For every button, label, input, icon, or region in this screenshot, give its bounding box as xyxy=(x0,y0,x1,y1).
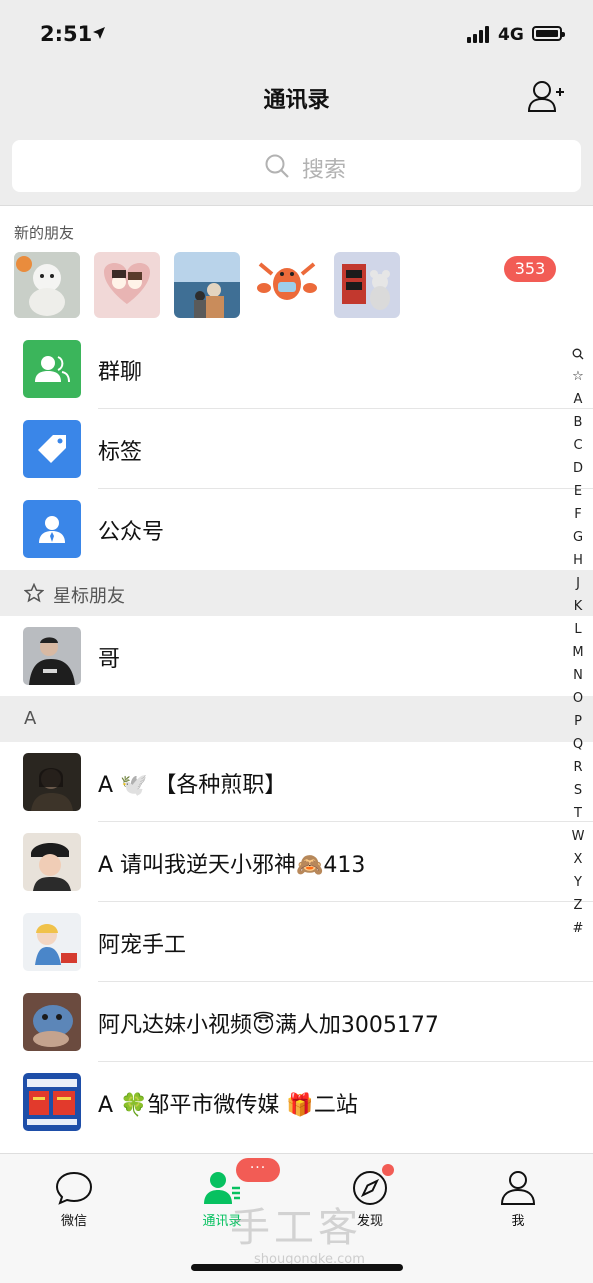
tags-label: 标签 xyxy=(98,440,143,465)
contact-row[interactable]: A 请叫我逆天小邪神🙈413 xyxy=(0,822,593,902)
contact-name: A 🍀邹平市微传媒 🎁二站 xyxy=(98,1093,358,1118)
index-letter[interactable]: ☆ xyxy=(566,365,590,388)
index-letter[interactable]: B xyxy=(566,411,590,434)
contacts-badge: ··· xyxy=(236,1158,280,1182)
index-letter[interactable]: P xyxy=(566,710,590,733)
starred-section-header: 星标朋友 xyxy=(0,570,593,616)
index-letter[interactable]: Q xyxy=(566,733,590,756)
location-arrow-icon xyxy=(93,27,105,39)
index-letter[interactable]: C xyxy=(566,434,590,457)
index-search-icon[interactable] xyxy=(566,342,590,365)
watermark: 手工客 xyxy=(230,1205,362,1251)
person-icon xyxy=(500,1171,536,1205)
home-indicator xyxy=(191,1264,403,1271)
contact-row[interactable]: 哥 xyxy=(0,616,593,696)
group-chat-icon xyxy=(23,340,81,398)
status-time: 2:51 xyxy=(40,22,93,46)
index-letter[interactable]: L xyxy=(566,618,590,641)
discover-dot-badge xyxy=(382,1164,394,1176)
contact-avatar xyxy=(23,833,81,891)
index-letter[interactable]: D xyxy=(566,457,590,480)
contact-row[interactable]: 阿宠手工 xyxy=(0,902,593,982)
contact-name: A 请叫我逆天小邪神🙈413 xyxy=(98,853,366,878)
chat-bubble-icon xyxy=(55,1171,93,1205)
index-letter[interactable]: X xyxy=(566,848,590,871)
group-chat-row[interactable]: 群聊 xyxy=(0,329,593,409)
contact-avatar xyxy=(23,627,81,685)
nav-bar: 通讯录 xyxy=(0,68,593,130)
official-accounts-label: 公众号 xyxy=(98,520,165,545)
new-friends[interactable]: 新的朋友 353 xyxy=(0,206,593,328)
official-account-icon xyxy=(23,500,81,558)
index-letter[interactable]: J xyxy=(566,572,590,595)
official-accounts-row[interactable]: 公众号 xyxy=(0,489,593,569)
search-placeholder: 搜索 xyxy=(302,158,347,183)
index-letter[interactable]: K xyxy=(566,595,590,618)
index-letter[interactable]: G xyxy=(566,526,590,549)
section-letter: A xyxy=(24,708,37,729)
status-bar: 2:51 4G xyxy=(0,0,593,68)
index-letter[interactable]: R xyxy=(566,756,590,779)
index-letter[interactable]: M xyxy=(566,641,590,664)
starred-section-title: 星标朋友 xyxy=(53,586,125,607)
contact-name: 阿凡达妹小视频😇满人加3005177 xyxy=(98,1013,439,1038)
index-letter[interactable]: W xyxy=(566,825,590,848)
contact-name: 哥 xyxy=(98,647,121,672)
new-friend-avatar xyxy=(254,252,320,318)
tab-chats[interactable]: 微信 xyxy=(0,1154,148,1234)
star-icon xyxy=(24,583,44,603)
alphabet-index[interactable]: ☆ A B C D E F G H J K L M N O P Q R S T … xyxy=(566,342,590,940)
new-friend-avatar xyxy=(94,252,160,318)
contact-row[interactable]: A 🕊️ 【各种煎职】 xyxy=(0,742,593,822)
page-title: 通讯录 xyxy=(263,88,330,113)
add-friend-icon[interactable] xyxy=(526,78,566,114)
signal-icon xyxy=(467,26,491,43)
battery-icon xyxy=(532,26,565,41)
contact-avatar xyxy=(23,1073,81,1131)
group-chat-label: 群聊 xyxy=(98,360,143,385)
search-input[interactable]: 搜索 xyxy=(12,140,581,192)
search-area: 搜索 xyxy=(0,130,593,206)
search-icon xyxy=(265,154,289,178)
index-letter[interactable]: E xyxy=(566,480,590,503)
index-letter[interactable]: # xyxy=(566,917,590,940)
index-letter[interactable]: F xyxy=(566,503,590,526)
contact-avatar xyxy=(23,913,81,971)
contact-avatar xyxy=(23,753,81,811)
contact-row[interactable]: A 🍀邹平市微传媒 🎁二站 xyxy=(0,1062,593,1142)
index-letter[interactable]: T xyxy=(566,802,590,825)
tab-label: 微信 xyxy=(60,1214,87,1229)
index-letter[interactable]: O xyxy=(566,687,590,710)
tag-icon xyxy=(23,420,81,478)
index-letter[interactable]: S xyxy=(566,779,590,802)
new-friend-avatar xyxy=(334,252,400,318)
contact-name: 阿宠手工 xyxy=(98,933,187,958)
index-letter[interactable]: H xyxy=(566,549,590,572)
tab-me[interactable]: 我 xyxy=(444,1154,592,1234)
new-friend-avatar xyxy=(174,252,240,318)
contact-row[interactable]: 阿凡达妹小视频😇满人加3005177 xyxy=(0,982,593,1062)
tab-label: 我 xyxy=(511,1214,525,1229)
contact-name: A 🕊️ 【各种煎职】 xyxy=(98,773,287,798)
network-type: 4G xyxy=(498,25,524,45)
index-letter[interactable]: Y xyxy=(566,871,590,894)
index-letter[interactable]: A xyxy=(566,388,590,411)
new-friends-count-badge: 353 xyxy=(504,256,556,282)
index-letter[interactable]: N xyxy=(566,664,590,687)
tags-row[interactable]: 标签 xyxy=(0,409,593,489)
section-header-a: A xyxy=(0,696,593,742)
index-letter[interactable]: Z xyxy=(566,894,590,917)
new-friends-label: 新的朋友 xyxy=(14,224,75,242)
contact-avatar xyxy=(23,993,81,1051)
new-friend-avatar xyxy=(14,252,80,318)
